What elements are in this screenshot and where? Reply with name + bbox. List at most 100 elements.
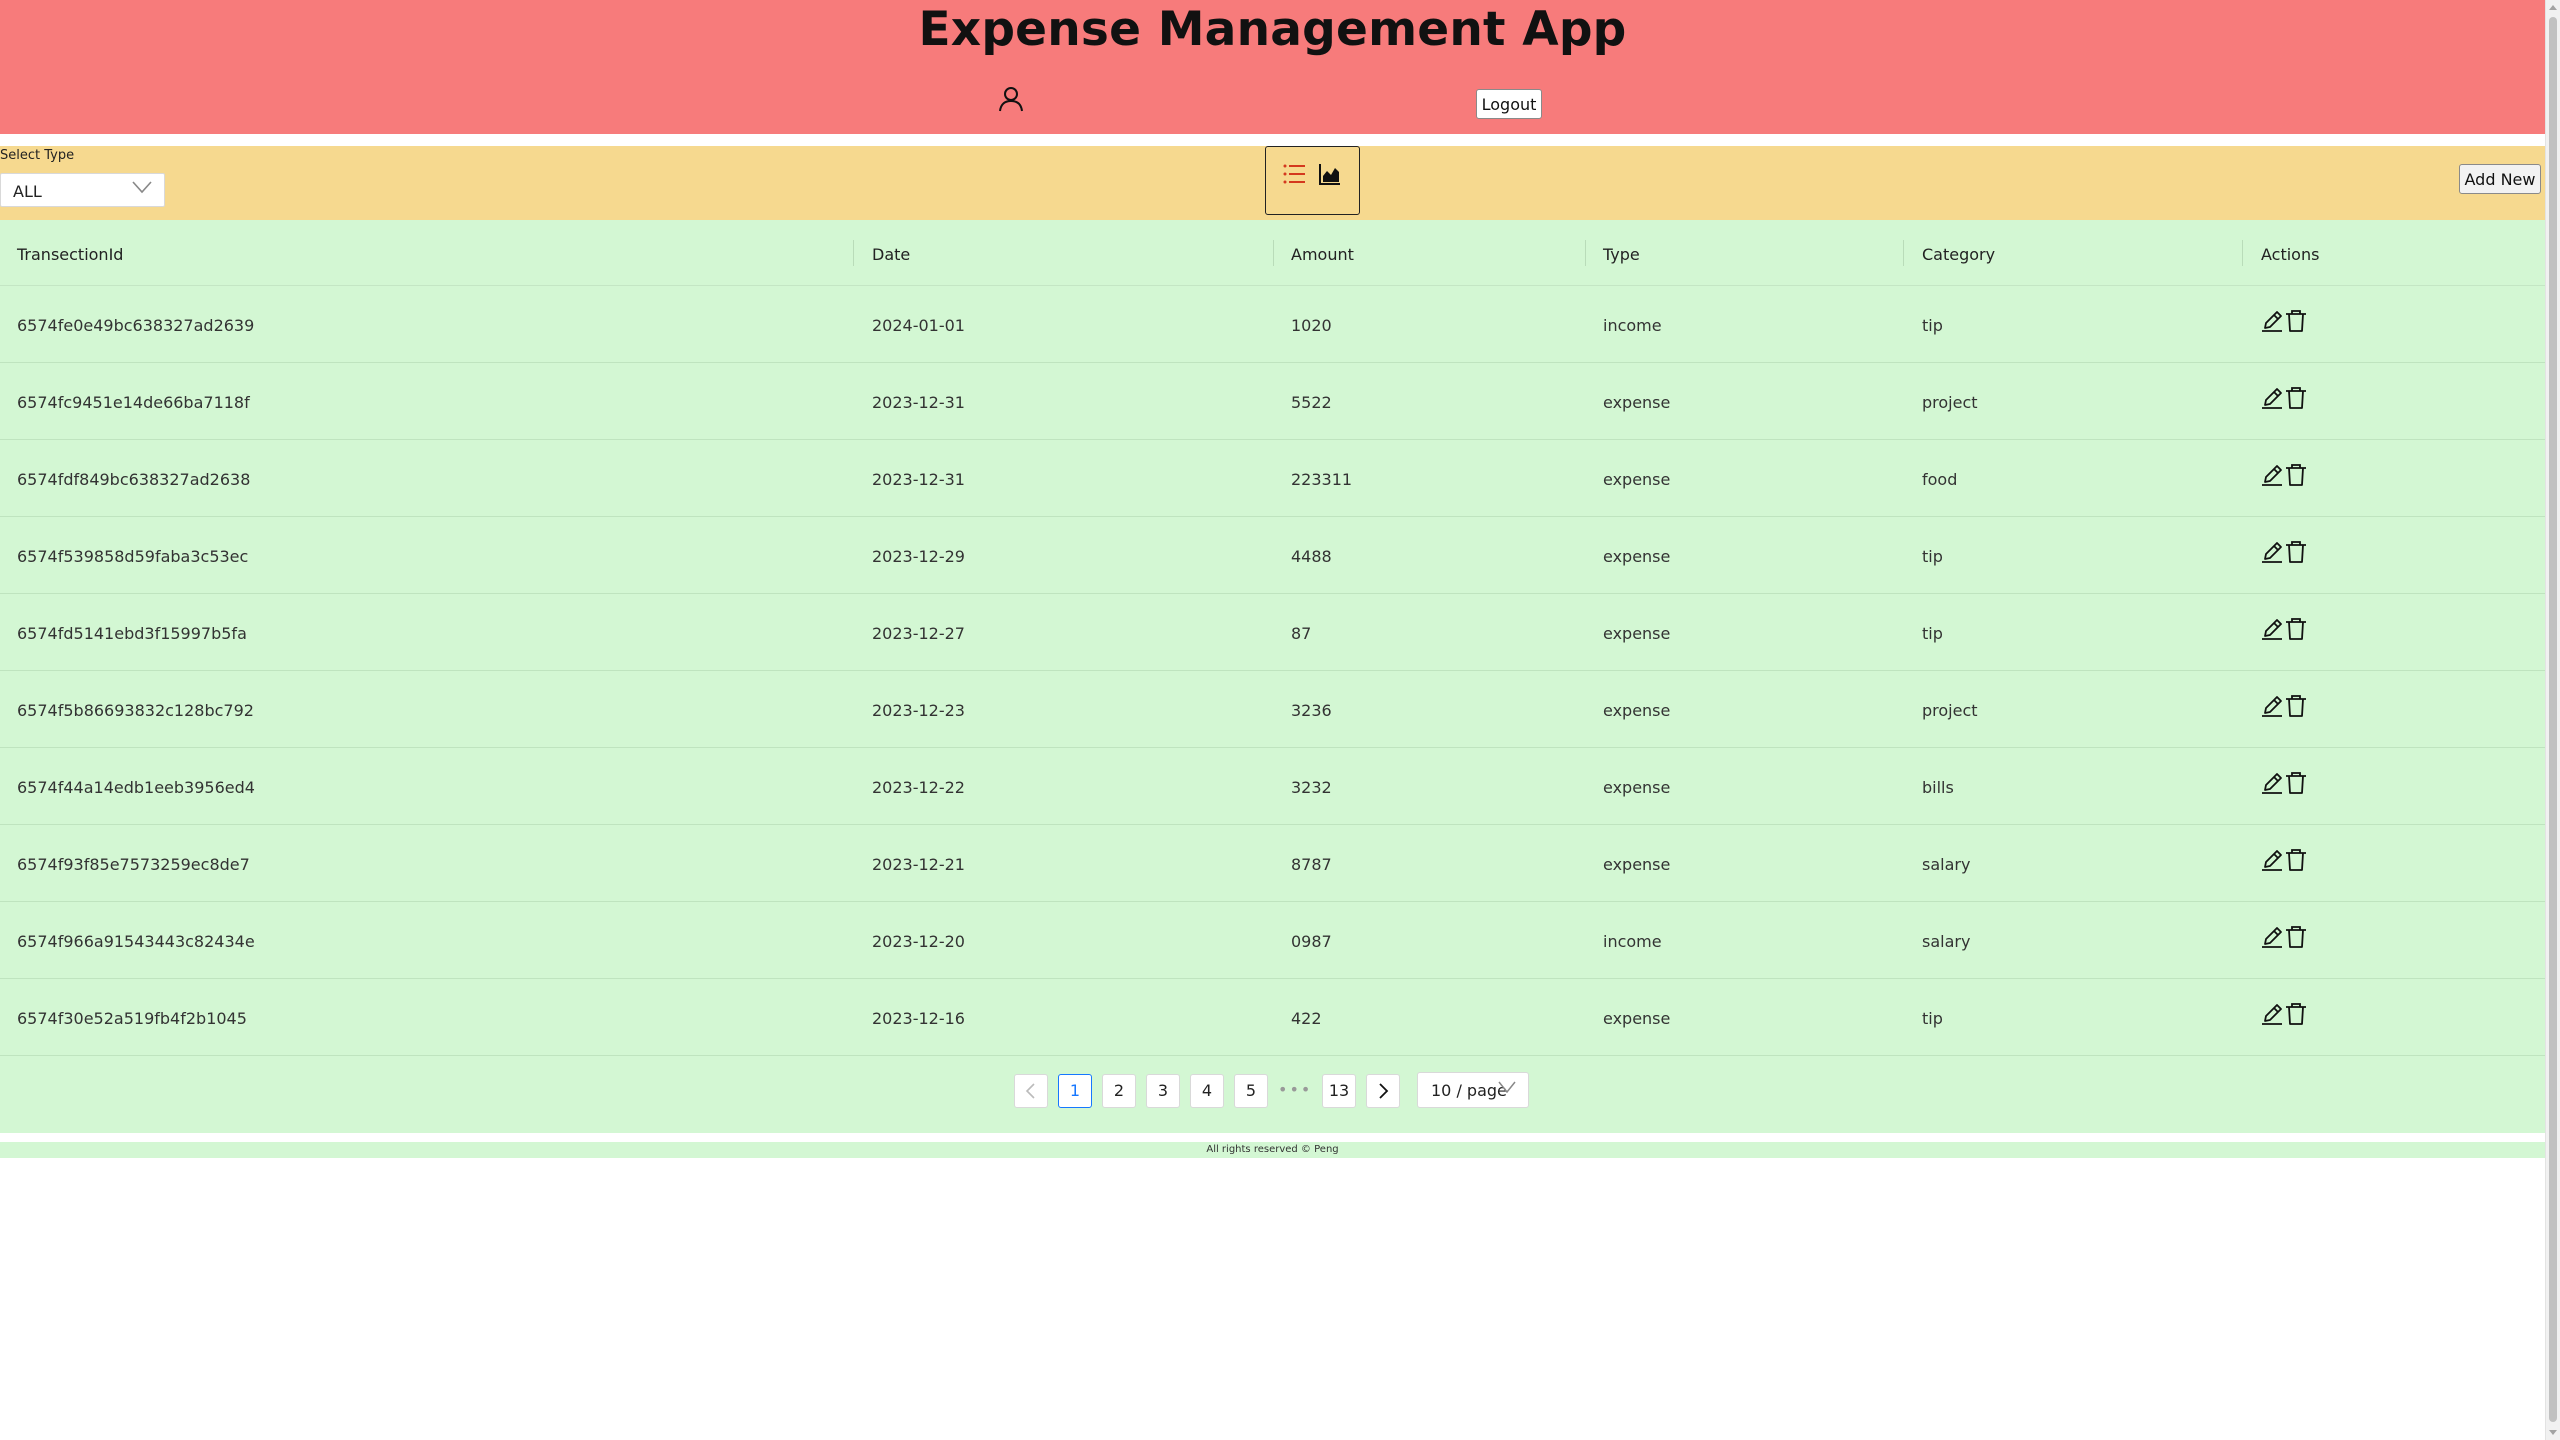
- cell-category: tip: [1922, 316, 1943, 335]
- cell-amount: 87: [1291, 624, 1312, 643]
- table-row: 6574f93f85e7573259ec8de7 2023-12-21 8787 ex…: [0, 825, 2545, 902]
- cell-amount: 4488: [1291, 547, 1332, 566]
- edit-icon[interactable]: [2260, 386, 2284, 410]
- delete-icon[interactable]: [2284, 462, 2308, 488]
- page-button-2[interactable]: 2: [1102, 1074, 1136, 1108]
- chart-view-icon[interactable]: [1319, 163, 1341, 185]
- table-row: 6574fd5141ebd3f15997b5fa 2023-12-27 87 expe…: [0, 594, 2545, 671]
- table-row: 6574fdf849bc638327ad2638 2023-12-31 223311…: [0, 440, 2545, 517]
- cell-amount: 1020: [1291, 316, 1332, 335]
- edit-icon[interactable]: [2260, 694, 2284, 718]
- edit-icon[interactable]: [2260, 848, 2284, 872]
- chevron-right-icon: [1379, 1083, 1389, 1099]
- cell-type: expense: [1603, 393, 1671, 412]
- cell-date: 2023-12-23: [872, 701, 965, 720]
- delete-icon[interactable]: [2284, 847, 2308, 873]
- delete-icon[interactable]: [2284, 924, 2308, 950]
- page-size-select[interactable]: 10 / page: [1417, 1072, 1529, 1108]
- column-header-type[interactable]: Type: [1603, 245, 1640, 264]
- cell-amount: 5522: [1291, 393, 1332, 412]
- cell-amount: 8787: [1291, 855, 1332, 874]
- delete-icon[interactable]: [2284, 539, 2308, 565]
- cell-amount: 422: [1291, 1009, 1322, 1028]
- table-row: 6574f966a91543443c82434e 2023-12-20 0987 in…: [0, 902, 2545, 979]
- edit-icon[interactable]: [2260, 309, 2284, 333]
- cell-category: bills: [1922, 778, 1954, 797]
- vertical-scrollbar[interactable]: [2545, 0, 2560, 1440]
- cell-category: salary: [1922, 932, 1971, 951]
- edit-icon[interactable]: [2260, 463, 2284, 487]
- column-divider: [1273, 240, 1274, 266]
- cell-date: 2023-12-27: [872, 624, 965, 643]
- list-view-icon[interactable]: [1282, 163, 1306, 185]
- cell-amount: 3232: [1291, 778, 1332, 797]
- cell-date: 2023-12-22: [872, 778, 965, 797]
- table-row: 6574f5b86693832c128bc792 2023-12-23 3236 ex…: [0, 671, 2545, 748]
- scrollbar-thumb[interactable]: [2549, 17, 2557, 1422]
- cell-date: 2023-12-31: [872, 470, 965, 489]
- cell-date: 2024-01-01: [872, 316, 965, 335]
- cell-transaction-id: 6574f5b86693832c128bc792: [17, 701, 254, 720]
- page-ellipsis[interactable]: •••: [1278, 1074, 1312, 1108]
- cell-type: expense: [1603, 547, 1671, 566]
- table-row: 6574f30e52a519fb4f2b1045 2023-12-16 422 exp…: [0, 979, 2545, 1056]
- cell-type: expense: [1603, 1009, 1671, 1028]
- cell-date: 2023-12-21: [872, 855, 965, 874]
- cell-transaction-id: 6574f44a14edb1eeb3956ed4: [17, 778, 255, 797]
- page-button-5[interactable]: 5: [1234, 1074, 1268, 1108]
- column-header-date[interactable]: Date: [872, 245, 910, 264]
- column-divider: [853, 240, 854, 266]
- chevron-down-icon: [132, 181, 152, 194]
- cell-date: 2023-12-29: [872, 547, 965, 566]
- chevron-down-icon: [1498, 1081, 1516, 1093]
- page-footer: All rights reserved © Peng: [0, 1142, 2545, 1158]
- cell-transaction-id: 6574fc9451e14de66ba7118f: [17, 393, 250, 412]
- delete-icon[interactable]: [2284, 308, 2308, 334]
- cell-transaction-id: 6574fdf849bc638327ad2638: [17, 470, 251, 489]
- edit-icon[interactable]: [2260, 540, 2284, 564]
- delete-icon[interactable]: [2284, 616, 2308, 642]
- delete-icon[interactable]: [2284, 693, 2308, 719]
- page-button-3[interactable]: 3: [1146, 1074, 1180, 1108]
- select-type-label: Select Type: [0, 148, 75, 163]
- cell-transaction-id: 6574f93f85e7573259ec8de7: [17, 855, 250, 874]
- cell-transaction-id: 6574f966a91543443c82434e: [17, 932, 255, 951]
- page-button-4[interactable]: 4: [1190, 1074, 1224, 1108]
- cell-category: salary: [1922, 855, 1971, 874]
- column-header-amount[interactable]: Amount: [1291, 245, 1354, 264]
- cell-type: expense: [1603, 470, 1671, 489]
- user-icon[interactable]: [996, 84, 1026, 114]
- column-header-transaction-id[interactable]: TransectionId: [17, 245, 123, 264]
- cell-category: food: [1922, 470, 1958, 489]
- delete-icon[interactable]: [2284, 1001, 2308, 1027]
- next-page-button[interactable]: [1366, 1074, 1400, 1108]
- edit-icon[interactable]: [2260, 1002, 2284, 1026]
- edit-icon[interactable]: [2260, 617, 2284, 641]
- type-select[interactable]: ALL: [0, 173, 165, 207]
- page-button-last[interactable]: 13: [1322, 1074, 1356, 1108]
- edit-icon[interactable]: [2260, 925, 2284, 949]
- table-row: 6574fe0e49bc638327ad2639 2024-01-01 1020 in…: [0, 286, 2545, 363]
- logout-button[interactable]: Logout: [1476, 89, 1542, 119]
- cell-date: 2023-12-31: [872, 393, 965, 412]
- cell-category: tip: [1922, 1009, 1943, 1028]
- edit-icon[interactable]: [2260, 771, 2284, 795]
- scroll-down-arrow-icon[interactable]: [2549, 1430, 2557, 1435]
- chevron-left-icon: [1025, 1083, 1035, 1099]
- page-button-1[interactable]: 1: [1058, 1074, 1092, 1108]
- cell-type: expense: [1603, 778, 1671, 797]
- cell-amount: 223311: [1291, 470, 1353, 489]
- cell-transaction-id: 6574fd5141ebd3f15997b5fa: [17, 624, 247, 643]
- app-viewport: Expense Management App Logout Select Typ…: [0, 0, 2545, 1440]
- add-new-button[interactable]: Add New: [2459, 164, 2541, 194]
- filter-toolbar: Select Type ALL Add New: [0, 146, 2545, 220]
- delete-icon[interactable]: [2284, 385, 2308, 411]
- cell-category: project: [1922, 701, 1978, 720]
- column-header-category[interactable]: Category: [1922, 245, 1995, 264]
- delete-icon[interactable]: [2284, 770, 2308, 796]
- prev-page-button[interactable]: [1014, 1074, 1048, 1108]
- cell-transaction-id: 6574f30e52a519fb4f2b1045: [17, 1009, 247, 1028]
- cell-amount: 0987: [1291, 932, 1332, 951]
- cell-type: income: [1603, 932, 1662, 951]
- scroll-up-arrow-icon[interactable]: [2549, 5, 2557, 10]
